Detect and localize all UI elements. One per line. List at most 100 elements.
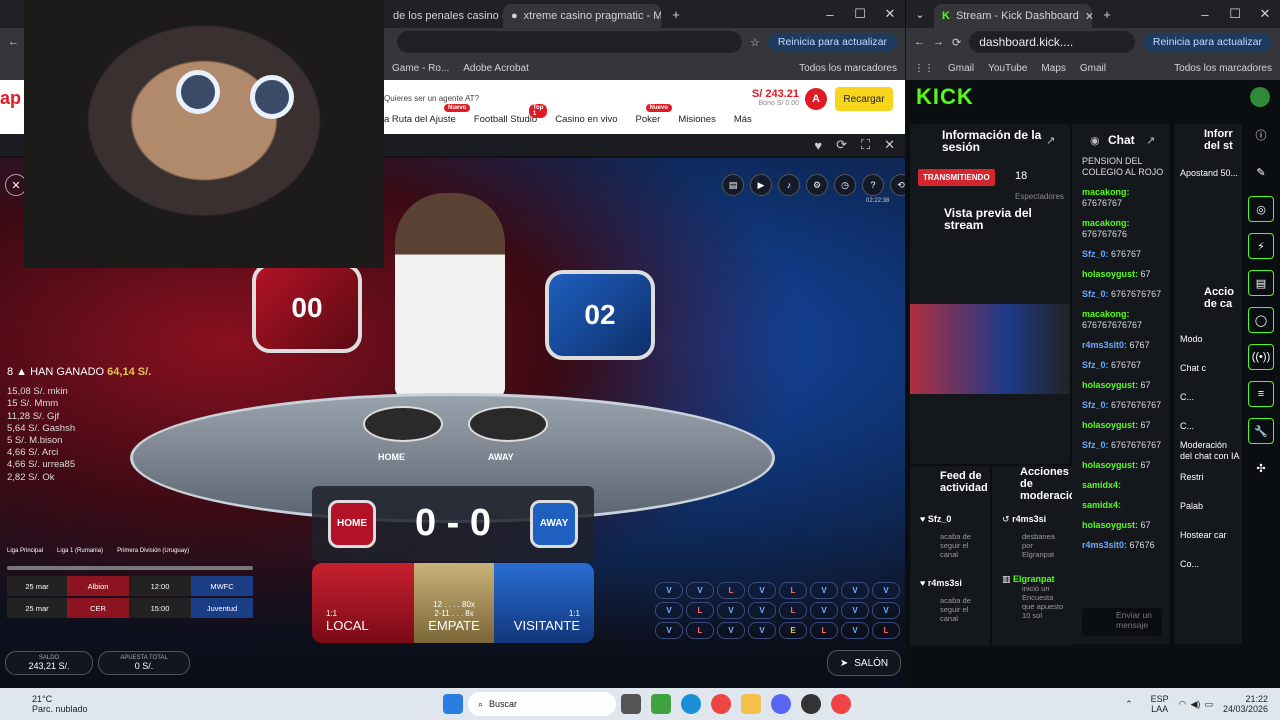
bookmark-game[interactable]: Game - Ro...	[392, 63, 449, 74]
action-words[interactable]: Palab	[1180, 499, 1240, 514]
tray-arrow-icon[interactable]: ⌃	[1125, 699, 1133, 710]
discord-icon[interactable]	[771, 694, 791, 714]
chat-username[interactable]: Sfz_0:	[1082, 249, 1109, 259]
close-window-icon[interactable]: ✕	[1250, 6, 1280, 22]
close-game-icon[interactable]: ✕	[884, 137, 895, 153]
nav-football[interactable]: Top 1 Football Studio	[474, 104, 548, 125]
league-tab[interactable]: Liga 1 (Rumania)	[57, 548, 103, 554]
local-bet-button[interactable]: 1:1 LOCAL	[312, 563, 414, 643]
action-toggle-2[interactable]: C...	[1180, 419, 1240, 434]
obs-icon[interactable]	[801, 694, 821, 714]
nav-poker[interactable]: Nuevo Poker	[636, 104, 672, 125]
taskview-icon[interactable]	[621, 694, 641, 714]
back-icon[interactable]: ←	[914, 36, 925, 48]
address-field[interactable]: dashboard.kick....	[969, 31, 1135, 53]
chat-username[interactable]: r4ms3slt0:	[1082, 340, 1127, 350]
chat-username[interactable]: Sfz_0:	[1082, 440, 1109, 450]
chat-input[interactable]: Enviar un mensaje	[1082, 608, 1162, 636]
stream-preview[interactable]	[910, 304, 1070, 394]
forward-icon[interactable]: →	[933, 36, 944, 48]
puzzle-icon[interactable]: ✣	[1248, 455, 1274, 481]
popout-icon[interactable]: ↗	[1146, 134, 1155, 147]
minimize-icon[interactable]: –	[815, 7, 845, 22]
maximize-icon[interactable]: ☐	[1220, 6, 1250, 22]
recharge-button[interactable]: Recargar	[835, 87, 893, 111]
bookmark-maps[interactable]: Maps	[1041, 63, 1065, 74]
layers-icon[interactable]: ≡	[1248, 381, 1274, 407]
action-toggle-1[interactable]: C...	[1180, 390, 1240, 405]
salon-button[interactable]: ➤ SALÓN	[827, 650, 901, 676]
chrome-icon[interactable]	[711, 694, 731, 714]
tab-search-icon[interactable]: ⌄	[906, 8, 934, 21]
agent-question[interactable]: Quieres ser un agente AT?	[384, 94, 479, 103]
tab-kick[interactable]: K Stream - Kick Dashboard ✕	[934, 4, 1092, 28]
lightning-icon[interactable]: ⚡	[1248, 233, 1274, 259]
action-host[interactable]: Hostear car	[1180, 528, 1240, 543]
history-icon[interactable]: ◷	[834, 174, 856, 196]
chat-username[interactable]: Sfz_0:	[1082, 360, 1109, 370]
update-button[interactable]: Reinicia para actualizar	[767, 33, 897, 51]
volume-icon[interactable]: ◀)	[1191, 699, 1201, 710]
chat-username[interactable]: samidx4:	[1082, 480, 1121, 490]
bookmark-gmail-2[interactable]: Gmail	[1080, 63, 1106, 74]
bookmark-gmail[interactable]: Gmail	[948, 63, 974, 74]
action-mode[interactable]: Modo	[1180, 332, 1240, 347]
tab-penales[interactable]: de los penales casino - N	[385, 4, 503, 28]
camera-icon[interactable]: ◎	[1248, 196, 1274, 222]
chat-username[interactable]: macakong:	[1082, 187, 1130, 197]
chat-icon[interactable]: ▤	[722, 174, 744, 196]
battery-icon[interactable]: ▭	[1204, 699, 1213, 710]
avatar[interactable]: A	[805, 88, 827, 110]
chat-icon[interactable]: ◯	[1248, 307, 1274, 333]
lobby-icon[interactable]: ⟲	[890, 174, 905, 196]
chat-username[interactable]: macakong:	[1082, 218, 1130, 228]
league-tab[interactable]: Liga Principal	[7, 548, 43, 554]
video-icon[interactable]: ▶	[750, 174, 772, 196]
chrome-icon-2[interactable]	[831, 694, 851, 714]
bookmark-acrobat[interactable]: Adobe Acrobat	[463, 63, 529, 74]
league-tab[interactable]: Primera División (Uruguay)	[117, 548, 189, 554]
nav-casino[interactable]: Casino en vivo	[555, 114, 617, 125]
minecraft-icon[interactable]	[651, 694, 671, 714]
bookmark-all[interactable]: Todos los marcadores	[1174, 63, 1272, 74]
apps-icon[interactable]: ⋮⋮	[914, 63, 934, 74]
popout-icon[interactable]: ↗	[1046, 134, 1055, 147]
chat-username[interactable]: holasoygust:	[1082, 269, 1138, 279]
chat-username[interactable]: holasoygust:	[1082, 380, 1138, 390]
kick-logo[interactable]: KICK	[916, 84, 974, 110]
refresh-icon[interactable]: ⟳	[836, 137, 847, 153]
back-icon[interactable]: ←	[8, 36, 19, 48]
close-tab-icon[interactable]: ✕	[1085, 10, 1092, 23]
weather-widget[interactable]: 21°C Parc. nublado	[0, 694, 88, 714]
settings-icon[interactable]: ⚙	[806, 174, 828, 196]
new-tab-icon[interactable]: +	[1092, 7, 1122, 22]
profile-avatar[interactable]	[1250, 87, 1270, 107]
chat-username[interactable]: samidx4:	[1082, 500, 1121, 510]
close-window-icon[interactable]: ✕	[875, 6, 905, 22]
language-indicator[interactable]: ESP LAA	[1151, 694, 1169, 714]
edge-icon[interactable]	[681, 694, 701, 714]
new-tab-icon[interactable]: +	[661, 7, 691, 22]
draw-bet-button[interactable]: 12 . . . . 80x 2-11 . . . 8x EMPATE	[414, 563, 494, 643]
document-icon[interactable]: ▤	[1248, 270, 1274, 296]
wifi-icon[interactable]: ◠	[1179, 699, 1187, 710]
star-icon[interactable]: ☆	[750, 36, 760, 49]
taskbar-search[interactable]: ⌕ Buscar	[468, 692, 616, 716]
chat-username[interactable]: Sfz_0:	[1082, 400, 1109, 410]
address-field[interactable]	[397, 31, 742, 53]
action-chat[interactable]: Chat c	[1180, 361, 1240, 376]
reload-icon[interactable]: ⟳	[952, 36, 961, 49]
info-icon[interactable]: ⓘ	[1248, 122, 1274, 148]
chat-username[interactable]: r4ms3slt0:	[1082, 540, 1127, 550]
broadcast-icon[interactable]: ((•))	[1248, 344, 1274, 370]
bookmark-all[interactable]: Todos los marcadores	[799, 63, 897, 74]
folder-icon[interactable]	[741, 694, 761, 714]
nav-ruta[interactable]: Nuevo a Ruta del Ajuste	[384, 104, 471, 125]
start-icon[interactable]	[443, 694, 463, 714]
nav-misiones[interactable]: Misiones	[678, 114, 716, 125]
chat-username[interactable]: holasoygust:	[1082, 460, 1138, 470]
edit-icon[interactable]: ✎	[1248, 159, 1274, 185]
chat-username[interactable]: holasoygust:	[1082, 420, 1138, 430]
nav-mas[interactable]: Más	[734, 114, 752, 125]
bookmark-youtube[interactable]: YouTube	[988, 63, 1027, 74]
